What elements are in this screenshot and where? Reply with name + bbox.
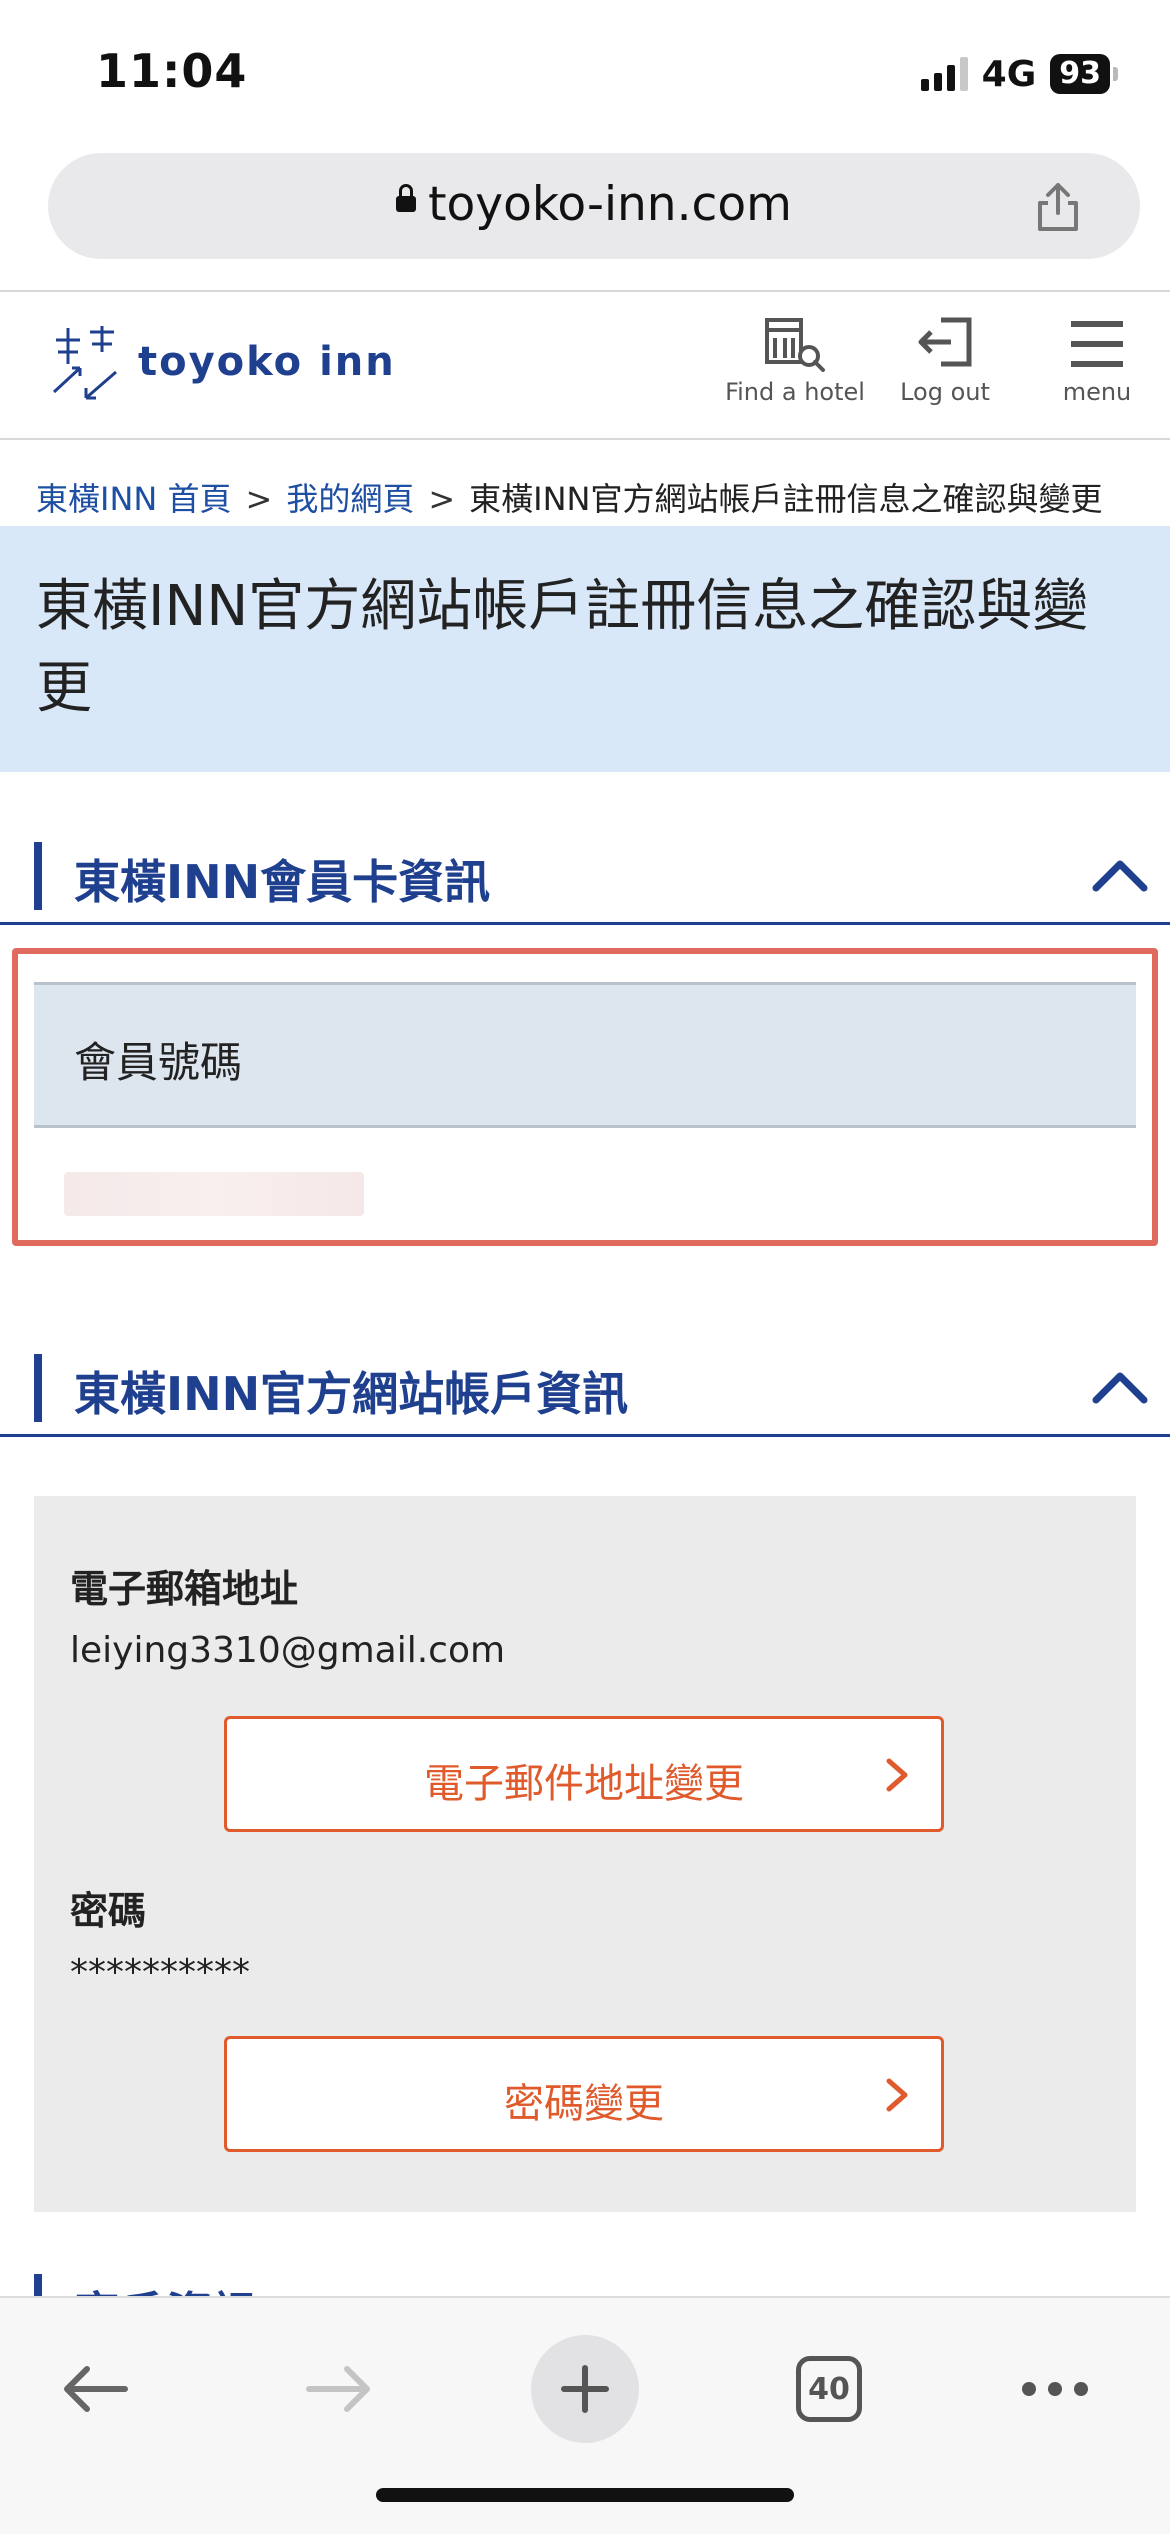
change-password-button[interactable]: 密碼變更 [224,2036,944,2152]
cellular-signal-icon [920,57,968,91]
hamburger-menu-icon [1071,321,1123,367]
account-section-header[interactable]: 東橫INN官方網站帳戶資訊 [0,1342,1170,1437]
page-title-band: 東橫INN官方網站帳戶註冊信息之確認與變更 [0,526,1170,772]
forward-button[interactable] [284,2334,394,2444]
arrow-right-icon [306,2366,370,2412]
section-marker [34,842,42,910]
url-display[interactable]: toyoko-inn.com [48,177,1140,232]
breadcrumb: 東橫INN 首頁 > 我的網頁 > 東橫INN官方網站帳戶註冊信息之確認與變更 [36,474,1102,520]
address-bar[interactable]: toyoko-inn.com [48,153,1140,259]
member-number-label-row: 會員號碼 [34,982,1136,1128]
breadcrumb-separator: > [428,480,456,518]
site-header: toyoko inn Find a hotel Log out menu [0,290,1170,440]
logout-label: Log out [900,378,990,406]
member-number-redacted [64,1172,364,1216]
url-text: toyoko-inn.com [428,177,792,232]
logout-icon [918,317,972,367]
new-tab-button[interactable] [530,2334,640,2444]
battery-icon: 93 [1050,54,1118,94]
chevron-up-icon[interactable] [1090,854,1150,894]
password-value: ********** [70,1952,250,1993]
arrow-left-icon [64,2366,128,2412]
email-value: leiying3310@gmail.com [70,1630,506,1671]
logout-button[interactable]: Log out [870,314,1020,406]
account-info-box: 電子郵箱地址 leiying3310@gmail.com 電子郵件地址變更 密碼… [34,1496,1136,2212]
chevron-right-icon [886,1758,908,1792]
member-card-section-header[interactable]: 東橫INN會員卡資訊 [0,830,1170,925]
tab-count-icon: 40 [796,2356,862,2422]
section-marker [34,1354,42,1422]
breadcrumb-mypage-link[interactable]: 我的網頁 [286,480,414,518]
back-button[interactable] [40,2334,150,2444]
account-section-title: 東橫INN官方網站帳戶資訊 [74,1367,629,1421]
status-indicators: 4G 93 [920,52,1118,96]
member-number-label: 會員號碼 [74,1038,243,1087]
find-hotel-icon [765,318,825,372]
chevron-up-icon[interactable] [1090,1366,1150,1406]
logo-text: toyoko inn [138,339,396,385]
menu-button[interactable]: menu [1022,314,1170,406]
find-hotel-button[interactable]: Find a hotel [720,314,870,406]
tab-count: 40 [808,2371,850,2407]
network-type: 4G [981,53,1037,95]
ellipsis-icon [1022,2382,1088,2396]
toyoko-logo-icon [52,326,117,400]
plus-icon [531,2335,639,2443]
email-label: 電子郵箱地址 [70,1567,299,1611]
battery-level: 93 [1050,54,1110,94]
home-indicator [376,2488,794,2502]
chevron-right-icon [886,2078,908,2112]
page-title: 東橫INN官方網站帳戶註冊信息之確認與變更 [36,574,1089,721]
lock-icon [396,183,417,212]
member-card-section-title: 東橫INN會員卡資訊 [74,855,491,909]
menu-label: menu [1062,378,1132,406]
customer-info-section-header[interactable]: 客戶資訊 [0,2262,1170,2298]
breadcrumb-home-link[interactable]: 東橫INN 首頁 [36,480,232,518]
section-marker [34,2274,42,2298]
status-time: 11:04 [96,44,248,98]
change-email-label: 電子郵件地址變更 [424,1761,744,1807]
find-hotel-label: Find a hotel [725,378,865,406]
change-email-button[interactable]: 電子郵件地址變更 [224,1716,944,1832]
password-label: 密碼 [70,1889,147,1933]
breadcrumb-separator: > [245,480,273,518]
more-button[interactable] [1000,2334,1110,2444]
breadcrumb-current: 東橫INN官方網站帳戶註冊信息之確認與變更 [469,480,1103,518]
site-logo[interactable]: toyoko inn [50,322,396,402]
tabs-button[interactable]: 40 [774,2334,884,2444]
customer-info-section-title: 客戶資訊 [74,2278,258,2298]
share-icon[interactable] [1030,179,1086,235]
change-password-label: 密碼變更 [504,2081,664,2127]
